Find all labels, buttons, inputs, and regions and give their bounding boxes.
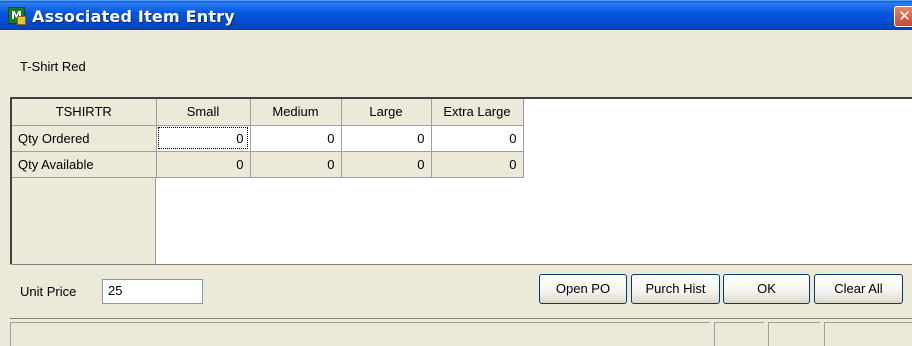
column-header-medium: Medium [250, 99, 342, 126]
purch-hist-label: Purch Hist [645, 281, 706, 296]
ok-label: OK [757, 281, 776, 296]
open-po-label: Open PO [555, 281, 611, 296]
grid-header-row: TSHIRTR Small Medium Large Extra Large [12, 99, 524, 126]
qty-available-small-cell: 0 [156, 151, 251, 178]
open-po-button[interactable]: Open PO [539, 274, 627, 304]
qty-ordered-large-cell[interactable]: 0 [341, 125, 432, 152]
grid-corner-item-code: TSHIRTR [12, 99, 157, 126]
row-header-qty-ordered: Qty Ordered [12, 125, 157, 152]
qty-available-medium-cell: 0 [250, 151, 342, 178]
qty-ordered-small-cell[interactable]: 0 [156, 125, 251, 152]
grid-table: TSHIRTR Small Medium Large Extra Large Q… [12, 99, 524, 178]
status-pane-4 [824, 322, 912, 346]
clear-all-button[interactable]: Clear All [814, 274, 903, 304]
ok-button[interactable]: OK [723, 274, 810, 304]
module-icon: M [8, 7, 26, 25]
status-bar [10, 318, 912, 346]
status-pane-2 [714, 322, 764, 346]
qty-available-large-cell: 0 [341, 151, 432, 178]
table-row-qty-ordered: Qty Ordered 0 0 0 0 [12, 125, 524, 152]
table-row-qty-available: Qty Available 0 0 0 0 [12, 151, 524, 178]
unit-price-input[interactable]: 25 [102, 279, 203, 304]
clear-all-label: Clear All [834, 281, 883, 296]
title-bar: M Associated Item Entry ✕ [0, 0, 912, 30]
unit-price-label: Unit Price [20, 284, 77, 299]
qty-available-extra-large-cell: 0 [431, 151, 524, 178]
quantity-grid: TSHIRTR Small Medium Large Extra Large Q… [10, 97, 912, 265]
qty-ordered-medium-cell[interactable]: 0 [250, 125, 342, 152]
item-description: T-Shirt Red [20, 59, 86, 74]
column-header-large: Large [341, 99, 432, 126]
qty-ordered-extra-large-cell[interactable]: 0 [431, 125, 524, 152]
status-pane-main [10, 322, 710, 346]
purch-hist-button[interactable]: Purch Hist [631, 274, 720, 304]
grid-bottom-border [12, 264, 912, 265]
column-header-extra-large: Extra Large [431, 99, 524, 126]
window-title: Associated Item Entry [32, 7, 235, 26]
row-header-qty-available: Qty Available [12, 151, 157, 178]
close-icon[interactable]: ✕ [894, 6, 912, 27]
column-header-small: Small [156, 99, 251, 126]
status-pane-3 [768, 322, 820, 346]
